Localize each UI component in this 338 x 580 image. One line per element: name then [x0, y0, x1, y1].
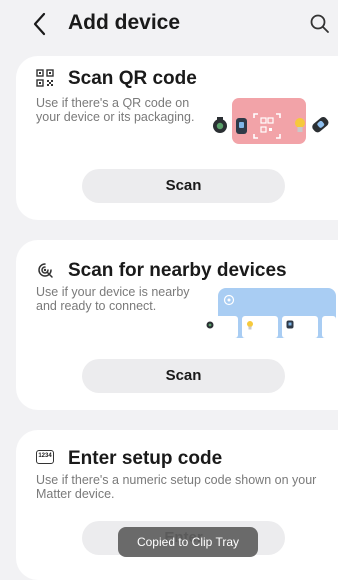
- search-icon[interactable]: [308, 12, 332, 36]
- nearby-scan-icon: [38, 263, 53, 278]
- scan-nearby-title: Scan for nearby devices: [68, 260, 287, 281]
- setup-code-title: Enter setup code: [68, 448, 223, 469]
- scan-nearby-card: Scan for nearby devices Use if your devi…: [16, 240, 338, 410]
- top-bar: Add device: [0, 0, 338, 48]
- setup-code-card: 1234 Enter setup code Use if there's a n…: [16, 430, 338, 580]
- back-arrow-icon[interactable]: [28, 10, 52, 38]
- setup-code-icon: 1234: [36, 450, 54, 464]
- page-title: Add device: [68, 11, 181, 34]
- scan-qr-button[interactable]: Scan: [82, 169, 285, 203]
- scan-nearby-button[interactable]: Scan: [82, 359, 285, 393]
- copied-toast: Copied to Clip Tray: [118, 527, 258, 557]
- scan-qr-card: Scan QR code Use if there's a QR code on…: [16, 56, 338, 220]
- scan-qr-title: Scan QR code: [68, 68, 197, 89]
- setup-code-description: Use if there's a numeric setup code show…: [36, 473, 317, 501]
- qr-scan-illustration: [213, 98, 329, 144]
- scan-nearby-description: Use if your device is nearby and ready t…: [36, 285, 190, 313]
- nearby-devices-illustration: [202, 288, 336, 338]
- qr-code-icon: [36, 69, 54, 87]
- scan-qr-description: Use if there's a QR code on your device …: [36, 96, 195, 124]
